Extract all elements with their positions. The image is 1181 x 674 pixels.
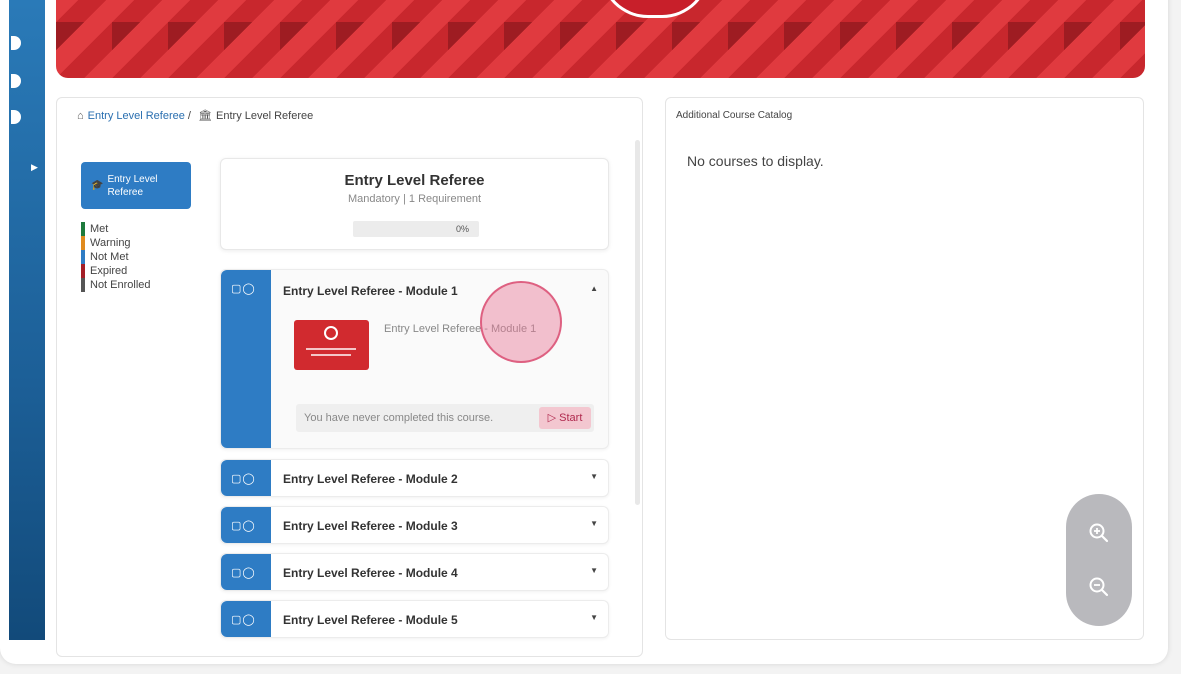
program-button-label-line2: Referee <box>107 186 144 198</box>
module-title[interactable]: Entry Level Referee - Module 2 <box>283 472 458 486</box>
module-row-4[interactable]: ▢◯ Entry Level Referee - Module 4 ▼ <box>220 553 609 591</box>
zoom-in-icon <box>1089 523 1109 543</box>
legend-label-expired: Expired <box>90 265 128 277</box>
module-type-icon: ▢◯ <box>231 520 256 532</box>
chevron-down-icon[interactable]: ▼ <box>590 519 598 528</box>
status-legend: Met Warning Not Met Expired Not Enrolled <box>81 222 151 292</box>
legend-label-warning: Warning <box>90 237 131 249</box>
legend-swatch-not-met <box>81 250 85 264</box>
program-button[interactable]: 🎓 Entry Level Referee <box>81 162 191 209</box>
legend-swatch-expired <box>81 264 85 278</box>
thumbnail-text-line <box>311 354 351 356</box>
legend-label-met: Met <box>90 223 109 235</box>
zoom-controls <box>1066 494 1132 626</box>
chevron-down-icon[interactable]: ▼ <box>590 566 598 575</box>
legend-label-not-enrolled: Not Enrolled <box>90 279 151 291</box>
legend-swatch-not-enrolled <box>81 278 85 292</box>
module-title[interactable]: Entry Level Referee - Module 4 <box>283 566 458 580</box>
module-title[interactable]: Entry Level Referee - Module 1 <box>283 284 458 298</box>
catalog-title: Additional Course Catalog <box>676 110 793 121</box>
nav-item-3[interactable] <box>11 110 21 124</box>
learning-path-panel: ⌂ Entry Level Referee / 🏛 Entry Level Refe… <box>56 97 643 657</box>
graduation-cap-icon: 🎓 <box>91 180 104 191</box>
module-type-icon: ▢◯ <box>231 473 256 485</box>
module-row-5[interactable]: ▢◯ Entry Level Referee - Module 5 ▼ <box>220 600 609 638</box>
start-button-label: Start <box>559 412 583 424</box>
requirement-card: Entry Level Referee Mandatory | 1 Requir… <box>220 158 609 250</box>
module-title[interactable]: Entry Level Referee - Module 5 <box>283 613 458 627</box>
zoom-out-button[interactable] <box>1066 562 1132 612</box>
chevron-down-icon[interactable]: ▼ <box>590 472 598 481</box>
completion-status-text: You have never completed this course. <box>304 412 494 424</box>
module-type-tab: ▢◯ <box>221 460 271 496</box>
progress-text: 0% <box>455 224 469 234</box>
progress-bar: 0% <box>353 221 479 237</box>
module-type-icon: ▢◯ <box>231 567 256 579</box>
chevron-down-icon[interactable]: ▼ <box>590 613 598 622</box>
program-button-label: Entry Level Referee <box>107 173 157 199</box>
breadcrumb-current: Entry Level Referee <box>216 110 314 122</box>
breadcrumb-link-program[interactable]: Entry Level Referee <box>88 110 185 122</box>
module-row-3[interactable]: ▢◯ Entry Level Referee - Module 3 ▼ <box>220 506 609 544</box>
chevron-up-icon[interactable]: ▲ <box>590 284 598 293</box>
legend-item-not-enrolled: Not Enrolled <box>81 278 151 292</box>
module-type-icon: ▢◯ <box>231 283 256 295</box>
zoom-out-icon <box>1089 577 1109 597</box>
module-type-tab: ▢◯ <box>221 270 271 448</box>
header-banner <box>56 0 1145 78</box>
program-button-label-line1: Entry Level <box>107 173 158 185</box>
start-button[interactable]: ▷ Start <box>539 407 591 429</box>
institution-icon: 🏛 <box>198 110 213 122</box>
legend-item-not-met: Not Met <box>81 250 151 264</box>
legend-swatch-met <box>81 222 85 236</box>
legend-item-warning: Warning <box>81 236 151 250</box>
crest-icon <box>324 326 338 340</box>
legend-item-met: Met <box>81 222 151 236</box>
requirement-subtitle: Mandatory | 1 Requirement <box>347 193 482 205</box>
module-row-2[interactable]: ▢◯ Entry Level Referee - Module 2 ▼ <box>220 459 609 497</box>
zoom-in-button[interactable] <box>1066 508 1132 558</box>
left-nav-rail: ▶ <box>9 0 45 640</box>
legend-label-not-met: Not Met <box>90 251 129 263</box>
click-highlight <box>480 281 562 363</box>
module-type-tab: ▢◯ <box>221 601 271 637</box>
module-type-tab: ▢◯ <box>221 507 271 543</box>
expand-nav-icon[interactable]: ▶ <box>31 162 38 173</box>
module-type-tab: ▢◯ <box>221 554 271 590</box>
module-type-icon: ▢◯ <box>231 614 256 626</box>
legend-swatch-warning <box>81 236 85 250</box>
module-title[interactable]: Entry Level Referee - Module 3 <box>283 519 458 533</box>
catalog-empty-message: No courses to display. <box>687 153 824 169</box>
home-icon: ⌂ <box>77 110 84 122</box>
breadcrumb-separator: / <box>184 110 191 122</box>
thumbnail-text-line <box>306 348 356 350</box>
course-thumbnail[interactable] <box>294 320 369 370</box>
nav-item-2[interactable] <box>11 74 21 88</box>
requirement-title: Entry Level Referee <box>344 172 485 189</box>
legend-item-expired: Expired <box>81 264 151 278</box>
nav-item-1[interactable] <box>11 36 21 50</box>
play-icon: ▷ <box>547 412 557 424</box>
breadcrumb: ⌂ Entry Level Referee / 🏛 Entry Level Refe… <box>77 109 313 122</box>
scrollbar[interactable] <box>635 140 640 505</box>
